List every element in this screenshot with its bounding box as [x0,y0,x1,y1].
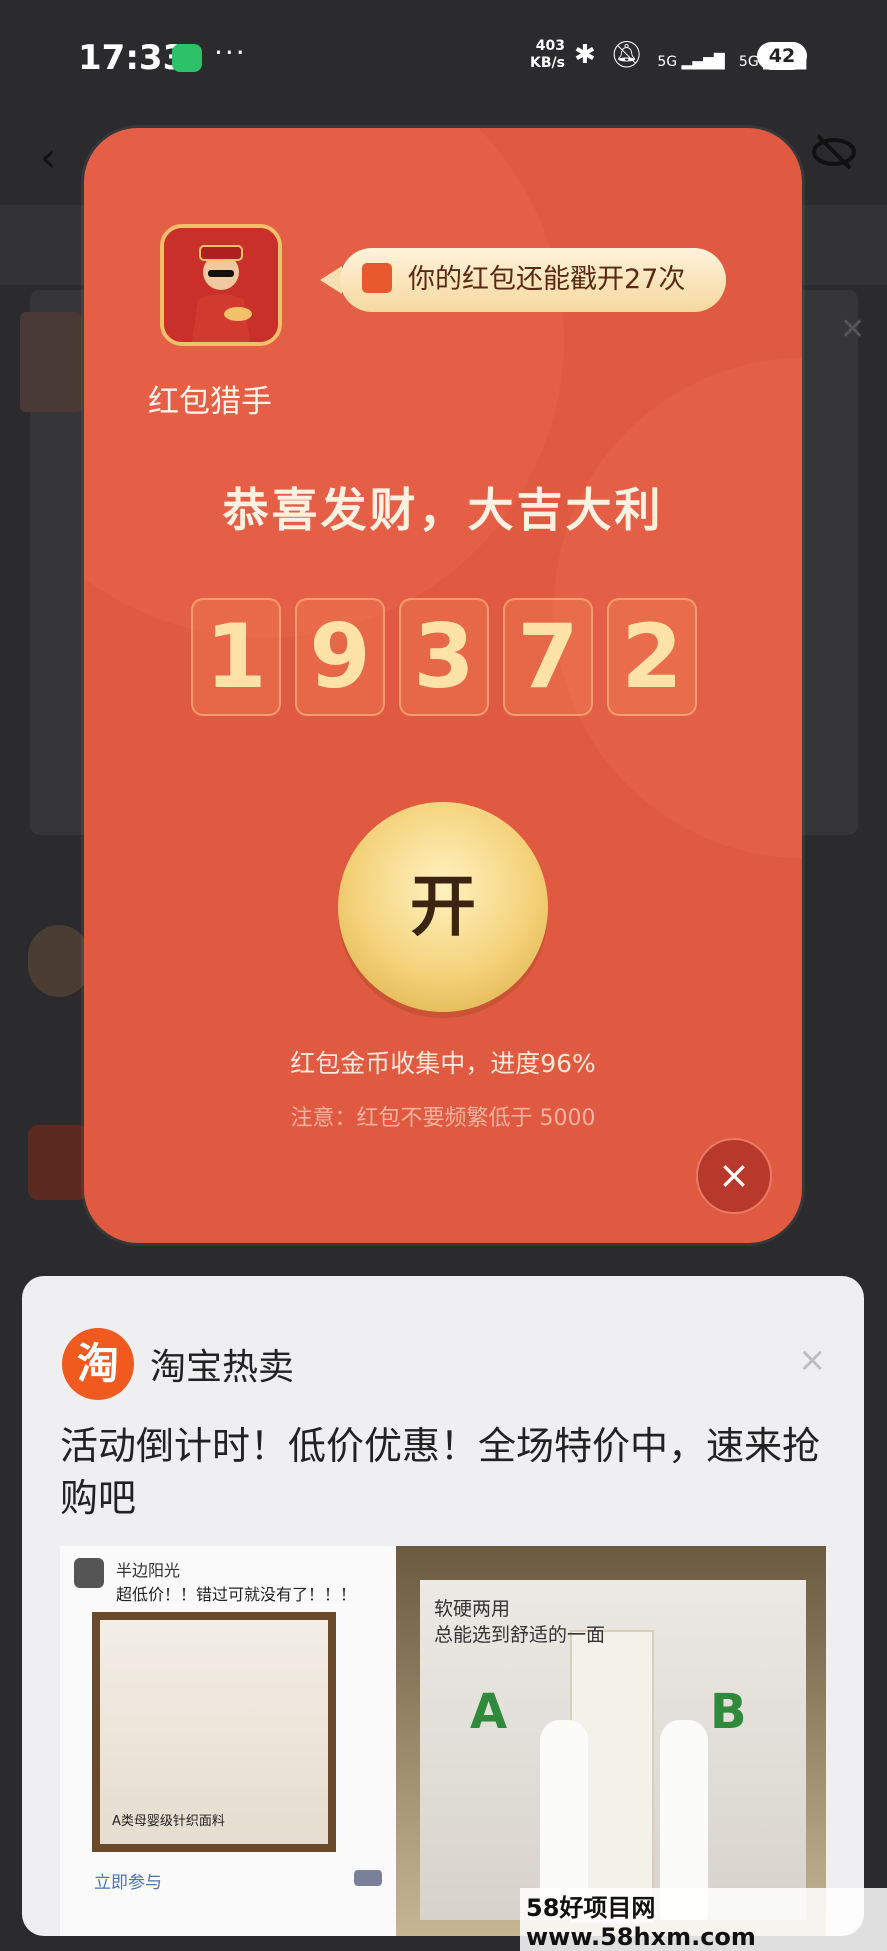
status-bar: 17:33 ··· 403 KB/s ✱ 🔕︎ 5G ▂▄▆█ 5G ▂▄▆█ … [0,0,887,118]
bubble-tail [320,266,342,294]
amount-digit: 3 [399,598,489,716]
promo-line-2: 总能选到舒适的一面 [434,1624,606,1646]
photo-caption: A类母婴级针织面料 [112,1814,225,1829]
gift-icon [362,263,392,293]
poster-name: 半边阳光 [116,1561,181,1580]
signal-1-icon: 5G ▂▄▆█ [657,54,725,70]
poster-title: 超低价！！错过可就没有了！！！ [116,1585,357,1604]
taobao-ad-panel[interactable]: 淘 淘宝热卖 × 活动倒计时！低价优惠！全场特价中，速来抢购吧 半边阳光 超低价… [22,1276,864,1936]
promo-line-1: 软硬两用 [434,1598,511,1620]
network-speed: 403 KB/s [530,38,565,71]
amount-digit: 9 [295,598,385,716]
join-now-link[interactable]: 立即参与 [94,1868,162,1893]
poster-avatar [74,1558,104,1588]
amount-digit: 1 [191,598,281,716]
amount-digit: 7 [503,598,593,716]
note-text: 注意：红包不要频繁低于 5000 [290,1106,596,1131]
hide-eye-icon[interactable] [810,132,858,172]
ad-brand-name: 淘宝热卖 [150,1347,295,1388]
app-name: 红包猎手 [148,384,272,420]
chat-icon [354,1870,382,1886]
mute-icon: 🔕︎ [610,40,644,70]
amount-digit: 2 [607,598,697,716]
bluetooth-icon: ✱ [574,40,596,70]
taobao-logo: 淘 [62,1328,134,1400]
remaining-chances-text: 你的红包还能戳开27次 [408,264,686,295]
background-avatar [28,1125,88,1200]
mattress-promo: 软硬两用 总能选到舒适的一面 A B [420,1580,806,1924]
ad-headline: 活动倒计时！低价优惠！全场特价中，速来抢购吧 [60,1424,821,1520]
side-label-a: A [470,1684,508,1740]
side-label-b: B [710,1684,747,1740]
open-button-label: 开 [410,868,476,945]
background-avatar [28,925,90,997]
product-photo: A类母婴级针织面料 [92,1612,336,1852]
ad-close-icon[interactable]: × [798,1340,827,1380]
remaining-chances-bubble: 你的红包还能戳开27次 [340,248,726,312]
congrats-headline: 恭喜发财，大吉大利 [222,483,664,537]
more-notifications-icon: ··· [214,36,247,69]
background-avatar [20,312,82,412]
dialog-close-button[interactable]: × [696,1138,772,1214]
background-close-icon: ✕ [840,312,866,347]
progress-text: 红包金币收集中，进度96% [290,1049,596,1078]
photo-inner: A类母婴级针织面料 [100,1620,328,1844]
red-envelope-dialog: 红包猎手 你的红包还能戳开27次 恭喜发财，大吉大利 1 9 3 7 2 开 红… [84,128,802,1243]
app-icon [160,224,282,346]
back-icon[interactable]: ‹ [40,135,56,181]
money-god-icon [164,228,278,342]
battery-indicator: 42 [757,42,807,70]
open-envelope-button[interactable]: 开 [338,802,548,1012]
wechat-icon [172,44,202,72]
status-time: 17:33 [78,38,187,78]
